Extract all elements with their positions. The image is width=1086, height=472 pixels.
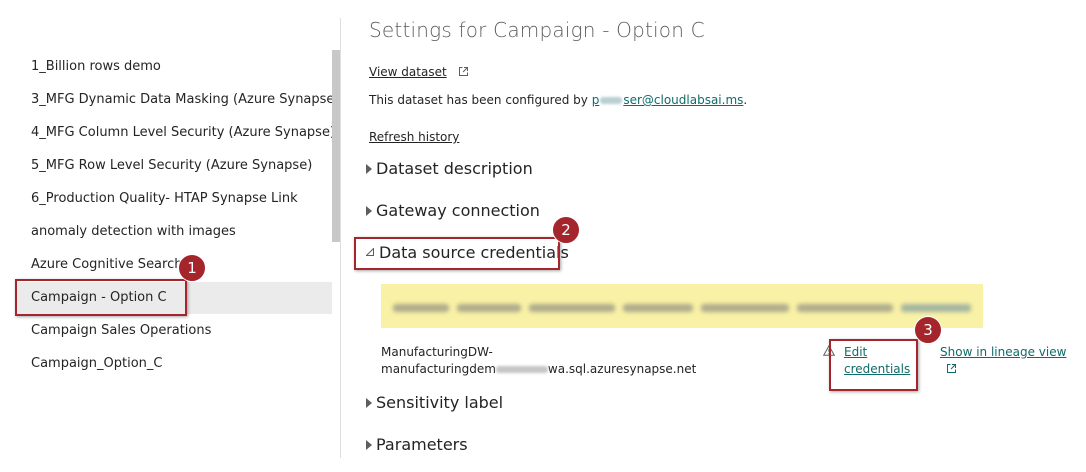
owner-email-link[interactable]: p ser@cloudlabsai.ms	[592, 93, 744, 107]
source-line-2: manufacturingdem wa.sql.azuresynapse.net	[381, 361, 696, 378]
credential-source-name: ManufacturingDW- manufacturingdem wa.sql.…	[381, 344, 696, 378]
callout-badge-3: 3	[914, 316, 942, 344]
dataset-item-azure-cognitive-search[interactable]: Azure Cognitive Search	[16, 249, 332, 281]
refresh-history-row: Refresh history	[369, 126, 459, 145]
callout-box-1	[15, 279, 187, 316]
dataset-list: 1_Billion rows demo 3_MFG Dynamic Data M…	[0, 0, 340, 472]
callout-badge-1: 1	[178, 254, 206, 282]
external-link-icon	[458, 67, 468, 76]
redacted-email-blur	[600, 97, 623, 104]
expand-arrow-icon	[366, 163, 372, 174]
redacted-text-blur	[529, 304, 615, 312]
view-dataset-row: View dataset	[369, 61, 468, 80]
section-gateway-connection[interactable]: Gateway connection	[366, 201, 540, 220]
owner-email-start: p	[591, 93, 600, 107]
dataset-item-1-billion-rows-demo[interactable]: 1_Billion rows demo	[16, 51, 332, 83]
panel-divider	[340, 18, 341, 458]
view-dataset-link[interactable]: View dataset	[369, 65, 447, 79]
configured-by-text: This dataset has been configured by p ser…	[369, 93, 747, 107]
callout-box-3	[829, 339, 918, 391]
callout-badge-2: 2	[552, 216, 580, 244]
section-label: Parameters	[376, 435, 468, 454]
section-label: Sensitivity label	[376, 393, 504, 412]
section-label: Gateway connection	[376, 201, 540, 220]
dataset-item-campaign-sales-operations[interactable]: Campaign Sales Operations	[16, 315, 332, 347]
redacted-text-blur	[701, 304, 789, 312]
dataset-item-anomaly-detection[interactable]: anomaly detection with images	[16, 216, 332, 248]
configured-prefix: This dataset has been configured by	[369, 93, 592, 107]
show-in-lineage-view-link[interactable]: Show in lineage view	[940, 344, 1066, 361]
source-line-1: ManufacturingDW-	[381, 345, 493, 359]
expand-arrow-icon	[366, 205, 372, 216]
dataset-item-column-level-security[interactable]: 4_MFG Column Level Security (Azure Synap…	[16, 117, 335, 149]
refresh-history-link[interactable]: Refresh history	[369, 130, 459, 144]
owner-email-end: ser@cloudlabsai.ms	[623, 93, 744, 107]
dataset-item-campaign-option-c-underscore[interactable]: Campaign_Option_C	[16, 348, 332, 380]
section-label: Dataset description	[376, 159, 533, 178]
page-title: Settings for Campaign - Option C	[369, 18, 705, 42]
callout-box-2	[354, 237, 560, 270]
external-link-icon	[947, 364, 956, 373]
dataset-item-production-quality[interactable]: 6_Production Quality- HTAP Synapse Link	[16, 183, 332, 215]
expand-arrow-icon	[366, 397, 372, 408]
section-parameters[interactable]: Parameters	[366, 435, 468, 454]
redacted-text-blur	[393, 304, 449, 312]
redacted-link-blur	[901, 304, 971, 312]
configured-suffix: .	[743, 93, 748, 107]
redacted-text-blur	[797, 304, 893, 312]
section-sensitivity-label[interactable]: Sensitivity label	[366, 393, 503, 412]
section-dataset-description[interactable]: Dataset description	[366, 159, 533, 178]
source-line-2-end: wa.sql.azuresynapse.net	[547, 362, 697, 376]
credentials-warning-banner	[381, 284, 983, 328]
redacted-text-blur	[623, 304, 693, 312]
redacted-text-blur	[457, 304, 521, 312]
redacted-server-blur	[495, 366, 548, 373]
expand-arrow-icon	[366, 439, 372, 450]
dataset-item-dynamic-data-masking[interactable]: 3_MFG Dynamic Data Masking (Azure Synaps…	[16, 84, 340, 116]
source-line-2-start: manufacturingdem	[381, 362, 496, 376]
dataset-item-row-level-security[interactable]: 5_MFG Row Level Security (Azure Synapse)	[16, 150, 332, 182]
list-scrollbar[interactable]	[332, 50, 340, 242]
